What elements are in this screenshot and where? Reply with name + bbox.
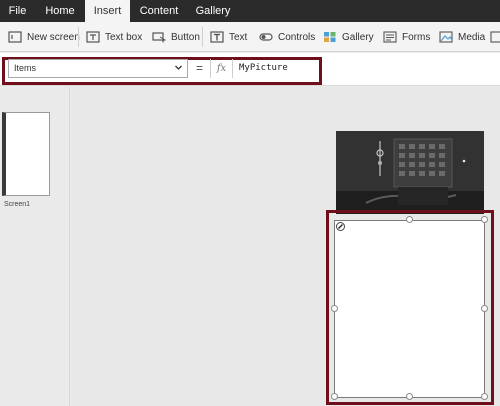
controls-label: Controls xyxy=(278,31,316,43)
tab-file[interactable]: File xyxy=(0,0,35,22)
text-box-button[interactable]: Text box xyxy=(86,28,142,46)
property-dropdown[interactable]: Items xyxy=(8,59,188,78)
gallery-icon xyxy=(324,32,336,42)
property-value: Items xyxy=(14,63,37,73)
ribbon-divider xyxy=(78,27,79,47)
tab-insert[interactable]: Insert xyxy=(85,0,130,22)
gallery-label: Gallery xyxy=(342,31,374,43)
screen-thumbnail[interactable] xyxy=(2,112,50,196)
new-screen-icon xyxy=(8,31,22,43)
more-icon xyxy=(490,31,500,43)
menu-tab-bar: File Home Insert Content Gallery xyxy=(0,0,500,22)
image-control[interactable] xyxy=(334,220,485,398)
ribbon-divider xyxy=(202,27,203,47)
new-screen-button[interactable]: New screen xyxy=(8,28,80,46)
media-icon xyxy=(439,31,453,43)
resize-handle-top-right[interactable] xyxy=(481,216,488,223)
toggle-icon xyxy=(259,33,273,41)
insert-ribbon: New screen Text box Button Text Controls xyxy=(0,22,500,52)
resize-handle-bottom-right[interactable] xyxy=(481,393,488,400)
text-button[interactable]: Text xyxy=(210,28,247,46)
text-box-icon xyxy=(86,31,100,43)
text-box-label: Text box xyxy=(105,31,143,43)
resize-handle-top[interactable] xyxy=(406,216,413,223)
tab-gallery[interactable]: Gallery xyxy=(188,0,238,22)
button-icon xyxy=(152,32,166,43)
forms-label: Forms xyxy=(402,31,431,43)
controls-button[interactable]: Controls xyxy=(259,28,315,46)
chevron-down-icon xyxy=(175,65,182,70)
fx-icon[interactable]: fx xyxy=(210,59,233,78)
forms-button[interactable]: Forms xyxy=(383,28,430,46)
camera-control[interactable] xyxy=(336,131,484,214)
button-button[interactable]: Button xyxy=(152,28,200,46)
media-label: Media xyxy=(458,31,486,43)
text-icon xyxy=(210,31,224,43)
camera-feed-image xyxy=(336,131,484,214)
edit-pencil-icon[interactable] xyxy=(336,222,345,231)
resize-handle-bottom[interactable] xyxy=(406,393,413,400)
resize-handle-bottom-left[interactable] xyxy=(331,393,338,400)
resize-handle-right[interactable] xyxy=(481,305,488,312)
button-label: Button xyxy=(171,31,200,43)
tab-content[interactable]: Content xyxy=(130,0,188,22)
screen-thumbnail-label: Screen1 xyxy=(4,201,31,208)
new-screen-label: New screen xyxy=(27,31,80,43)
tab-home[interactable]: Home xyxy=(35,0,85,22)
resize-handle-left[interactable] xyxy=(331,305,338,312)
text-label: Text xyxy=(229,31,248,43)
equals-sign: = xyxy=(195,61,203,75)
more-button[interactable] xyxy=(490,28,500,46)
formula-input[interactable]: MyPicture xyxy=(239,59,288,78)
forms-icon xyxy=(383,31,397,43)
media-button[interactable]: Media xyxy=(439,28,485,46)
gallery-button[interactable]: Gallery xyxy=(323,28,374,46)
